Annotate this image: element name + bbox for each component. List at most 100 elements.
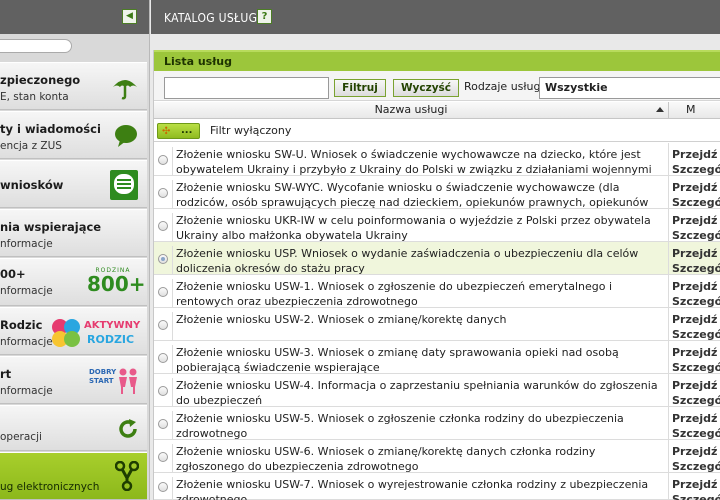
row-radio[interactable] xyxy=(158,482,168,492)
sidebar-item-historia-operacji[interactable]: operacji xyxy=(0,405,147,451)
filter-button[interactable]: Filtruj xyxy=(334,79,386,97)
row-radio[interactable] xyxy=(158,254,168,264)
row-action-links: Przejdź dSzczegół xyxy=(672,279,720,309)
details-link[interactable]: Szczegół xyxy=(672,162,720,177)
row-radio[interactable] xyxy=(158,419,168,429)
table-row[interactable]: Złożenie wniosku USW-6. Wniosek o zmianę… xyxy=(154,440,720,473)
row-action-links: Przejdź dSzczegół xyxy=(672,213,720,243)
row-action-links: Przejdź dSzczegół xyxy=(672,312,720,342)
row-radio[interactable] xyxy=(158,353,168,363)
sidebar-search-input[interactable] xyxy=(0,39,72,53)
details-link[interactable]: Szczegół xyxy=(672,327,720,342)
table-row[interactable]: Złożenie wniosku USW-5. Wniosek o zgłosz… xyxy=(154,407,720,440)
sidebar-item-katalog-uslug[interactable]: ug elektronicznych xyxy=(0,452,147,500)
details-link[interactable]: Szczegół xyxy=(672,261,720,276)
goto-link[interactable]: Przejdź d xyxy=(672,246,720,261)
row-action-links: Przejdź dSzczegół xyxy=(672,444,720,474)
row-action-links: Przejdź dSzczegół xyxy=(672,246,720,276)
sidebar-item-label: Rodzic xyxy=(0,318,43,332)
sort-asc-icon[interactable] xyxy=(656,107,664,112)
row-radio[interactable] xyxy=(158,221,168,231)
goto-link[interactable]: Przejdź d xyxy=(672,312,720,327)
goto-link[interactable]: Przejdź d xyxy=(672,279,720,294)
details-link[interactable]: Szczegół xyxy=(672,459,720,474)
column-header-name[interactable]: Nazwa usługi xyxy=(154,102,668,119)
details-link[interactable]: Szczegół xyxy=(672,393,720,408)
service-name: Złożenie wniosku USW-3. Wniosek o zmianę… xyxy=(172,345,666,374)
column-divider xyxy=(668,275,669,307)
service-types-select[interactable]: Wszystkie xyxy=(539,77,720,99)
row-action-links: Przejdź dSzczegół xyxy=(672,345,720,375)
column-divider xyxy=(668,407,669,439)
sidebar-item-sublabel: nformacje xyxy=(0,385,53,397)
speech-bubble-icon xyxy=(113,124,139,151)
details-link[interactable]: Szczegół xyxy=(672,426,720,441)
column-divider xyxy=(668,102,669,119)
goto-link[interactable]: Przejdź d xyxy=(672,147,720,162)
column-divider xyxy=(668,341,669,373)
refresh-icon xyxy=(117,418,139,443)
sidebar-item-sublabel: ug elektronicznych xyxy=(0,481,100,493)
column-divider xyxy=(668,242,669,274)
row-radio[interactable] xyxy=(158,386,168,396)
sidebar-item-sublabel: nformacje xyxy=(0,336,53,348)
services-panel: Lista usług Filtruj Wyczyść Rodzaje usłu… xyxy=(153,50,720,500)
goto-link[interactable]: Przejdź d xyxy=(672,213,720,228)
help-button[interactable]: ? xyxy=(257,9,272,24)
sidebar-item-aktywny-rodzic[interactable]: Rodzic nformacje AKTYWNY RODZIC xyxy=(0,307,147,355)
sidebar-item-sublabel: encja z ZUS xyxy=(0,140,62,152)
row-action-links: Przejdź dSzczegół xyxy=(672,180,720,210)
details-link[interactable]: Szczegół xyxy=(672,492,720,500)
row-radio[interactable] xyxy=(158,452,168,462)
service-name: Złożenie wniosku USP. Wniosek o wydanie … xyxy=(172,246,666,275)
table-row[interactable]: Złożenie wniosku SW-U. Wniosek o świadcz… xyxy=(154,143,720,191)
row-radio[interactable] xyxy=(158,320,168,330)
table-row[interactable]: Złożenie wniosku UKR-IW w celu poinformo… xyxy=(154,209,720,242)
column-divider xyxy=(668,209,669,241)
sidebar-item-sublabel: nformacje xyxy=(0,238,53,250)
sidebar-item-swiadczenia-wspierajace[interactable]: nia wspierające nformacje xyxy=(0,209,147,257)
table-row[interactable]: Złożenie wniosku USW-1. Wniosek o zgłosz… xyxy=(154,275,720,308)
aktywny-rodzic-logo: AKTYWNY RODZIC xyxy=(51,316,140,350)
details-link[interactable]: Szczegół xyxy=(672,360,720,375)
sidebar-item-dobry-start[interactable]: rt nformacje DOBRY START xyxy=(0,356,147,404)
service-name: Złożenie wniosku USW-1. Wniosek o zgłosz… xyxy=(172,279,666,308)
column-divider xyxy=(668,143,669,175)
details-link[interactable]: Szczegół xyxy=(672,294,720,309)
column-header-action[interactable]: M xyxy=(686,102,696,118)
details-link[interactable]: Szczegół xyxy=(672,228,720,243)
table-row[interactable]: Złożenie wniosku USW-7. Wniosek o wyreje… xyxy=(154,473,720,500)
goto-link[interactable]: Przejdź d xyxy=(672,378,720,393)
goto-link[interactable]: Przejdź d xyxy=(672,477,720,492)
details-link[interactable]: Szczegół xyxy=(672,195,720,210)
clear-button[interactable]: Wyczyść xyxy=(393,79,459,97)
goto-link[interactable]: Przejdź d xyxy=(672,345,720,360)
sidebar-item-konto-ubezpieczonego[interactable]: zpieczonego E, stan konta xyxy=(0,62,147,110)
table-row[interactable]: Złożenie wniosku USW-4. Informacja o zap… xyxy=(154,374,720,407)
filter-input[interactable] xyxy=(164,77,329,99)
filter-toggle-label: ... xyxy=(181,125,193,136)
dobry-start-logo: DOBRY START xyxy=(89,365,139,397)
row-radio[interactable] xyxy=(158,287,168,297)
row-radio[interactable] xyxy=(158,155,168,165)
sidebar-item-katalog-wnioskow[interactable]: wniosków xyxy=(0,160,147,208)
service-name: Złożenie wniosku UKR-IW w celu poinformo… xyxy=(172,213,666,242)
sidebar: ◀ zpieczonego E, stan konta ty i wiadomo… xyxy=(0,0,150,500)
table-row[interactable]: Złożenie wniosku SW-WYC. Wycofanie wnios… xyxy=(154,176,720,224)
table-row[interactable]: Złożenie wniosku USP. Wniosek o wydanie … xyxy=(154,242,720,275)
goto-link[interactable]: Przejdź d xyxy=(672,411,720,426)
sidebar-item-label: 00+ xyxy=(0,267,26,281)
goto-link[interactable]: Przejdź d xyxy=(672,180,720,195)
row-radio[interactable] xyxy=(158,188,168,198)
collapse-sidebar-button[interactable]: ◀ xyxy=(122,9,137,24)
filter-toggle-button[interactable]: ✣ ... xyxy=(157,123,200,139)
row-action-links: Przejdź dSzczegół xyxy=(672,411,720,441)
sidebar-item-label: zpieczonego xyxy=(0,73,81,87)
table-row[interactable]: Złożenie wniosku USW-2. Wniosek o zmianę… xyxy=(154,308,720,341)
service-types-label: Rodzaje usług: xyxy=(464,80,545,93)
table-row[interactable]: Złożenie wniosku USW-3. Wniosek o zmianę… xyxy=(154,341,720,374)
goto-link[interactable]: Przejdź d xyxy=(672,444,720,459)
sidebar-item-komunikaty[interactable]: ty i wiadomości encja z ZUS xyxy=(0,111,147,159)
service-name: Złożenie wniosku USW-5. Wniosek o zgłosz… xyxy=(172,411,666,440)
sidebar-item-rodzina-800[interactable]: 00+ nformacje RODZINA 800+ xyxy=(0,258,147,306)
